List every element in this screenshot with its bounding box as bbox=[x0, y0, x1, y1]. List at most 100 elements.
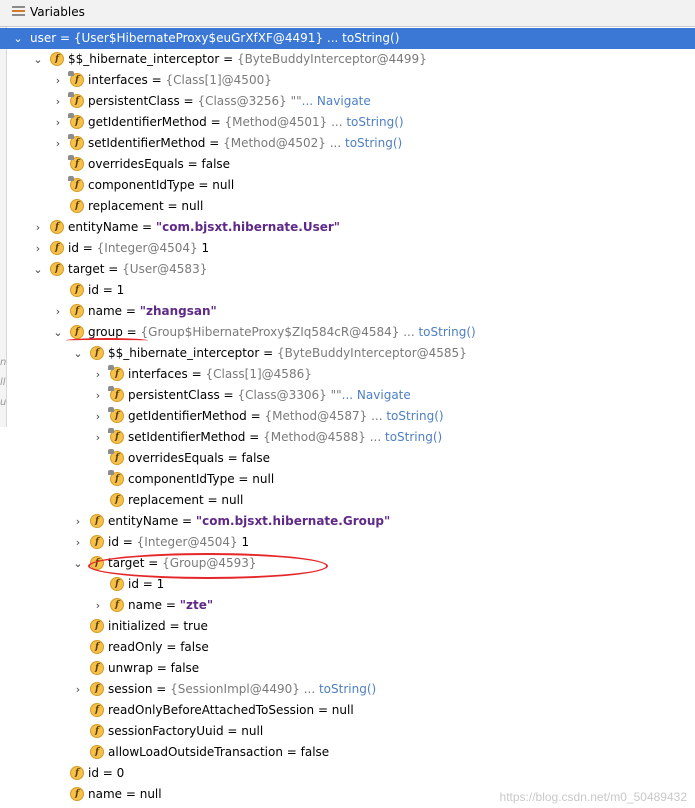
chevron-right-icon[interactable]: › bbox=[92, 427, 104, 448]
chevron-right-icon[interactable]: › bbox=[92, 406, 104, 427]
tree-row-overrides-equals[interactable]: f overridesEquals = false bbox=[0, 154, 695, 175]
red-underline-annotation bbox=[66, 338, 148, 343]
chevron-right-icon[interactable]: › bbox=[72, 679, 84, 700]
tree-row-group-set-identifier-method[interactable]: › f setIdentifierMethod = {Method@4588} ..… bbox=[0, 427, 695, 448]
value-link[interactable]: toString() bbox=[385, 430, 442, 444]
tree-row-label: interfaces = {Class[1]@4500} bbox=[88, 70, 272, 91]
chevron-right-icon[interactable]: › bbox=[72, 532, 84, 553]
chevron-right-icon[interactable]: › bbox=[32, 238, 44, 259]
chevron-right-icon[interactable]: › bbox=[92, 595, 104, 616]
field-text: id = 1 bbox=[88, 283, 125, 297]
tree-row-unwrap[interactable]: f unwrap = false bbox=[0, 658, 695, 679]
field-text: target = bbox=[68, 262, 123, 276]
tree-row-replacement[interactable]: f replacement = null bbox=[0, 196, 695, 217]
value-link[interactable]: toString() bbox=[342, 31, 399, 45]
tree-row-label: $$_hibernate_interceptor = {ByteBuddyInt… bbox=[108, 343, 467, 364]
tree-row-group-replacement[interactable]: f replacement = null bbox=[0, 490, 695, 511]
chevron-right-icon[interactable]: › bbox=[92, 364, 104, 385]
chevron-right-icon[interactable]: › bbox=[52, 133, 64, 154]
tree-row-group-entity-name[interactable]: › f entityName = "com.bjsxt.hibernate.Grou… bbox=[0, 511, 695, 532]
chevron-right-icon[interactable]: › bbox=[92, 385, 104, 406]
object-reference: {Method@4502} ... bbox=[223, 136, 345, 150]
chevron-right-icon[interactable]: › bbox=[52, 301, 64, 322]
tree-row-read-only-before-attached[interactable]: f readOnlyBeforeAttachedToSession = null bbox=[0, 700, 695, 721]
final-field-icon: f bbox=[68, 155, 84, 171]
tree-row-label: name = "zte" bbox=[128, 595, 213, 616]
field-icon: f bbox=[70, 787, 84, 801]
tree-row-get-identifier-method[interactable]: › f getIdentifierMethod = {Method@4501} ..… bbox=[0, 112, 695, 133]
chevron-right-icon[interactable]: › bbox=[52, 70, 64, 91]
value-link[interactable]: ... Navigate bbox=[302, 94, 371, 108]
tree-row-label: persistentClass = {Class@3256} ""... Nav… bbox=[88, 91, 371, 112]
field-text: readOnly = false bbox=[108, 640, 209, 654]
tree-row-group-interfaces[interactable]: › f interfaces = {Class[1]@4586} bbox=[0, 364, 695, 385]
field-icon: f bbox=[90, 535, 104, 549]
chevron-right-icon[interactable]: › bbox=[32, 217, 44, 238]
tree-row-group-overrides-equals[interactable]: f overridesEquals = false bbox=[0, 448, 695, 469]
final-field-icon: f bbox=[108, 428, 124, 444]
tree-row-label: getIdentifierMethod = {Method@4501} ... … bbox=[88, 112, 404, 133]
field-icon: f bbox=[50, 241, 64, 255]
tree-row-group-target-name[interactable]: › f name = "zte" bbox=[0, 595, 695, 616]
tree-row-hibernate-interceptor[interactable]: ⌄ f $$_hibernate_interceptor = {ByteBuddyI… bbox=[0, 49, 695, 70]
final-field-icon: f bbox=[108, 386, 124, 402]
panel-title: Variables bbox=[30, 5, 85, 19]
field-icon: f bbox=[70, 283, 84, 297]
tree-row-group-persistent-class[interactable]: › f persistentClass = {Class@3306} ""... N… bbox=[0, 385, 695, 406]
tree-row-label: componentIdType = null bbox=[128, 469, 274, 490]
tree-row-group-hibernate-interceptor[interactable]: ⌄ f $$_hibernate_interceptor = {ByteBuddyI… bbox=[0, 343, 695, 364]
tree-row-group-own-id[interactable]: f id = 0 bbox=[0, 763, 695, 784]
tree-row-group-get-identifier-method[interactable]: › f getIdentifierMethod = {Method@4587} ..… bbox=[0, 406, 695, 427]
value-link[interactable]: toString() bbox=[319, 682, 376, 696]
field-icon: f bbox=[50, 262, 64, 276]
tree-row-component-id-type[interactable]: f componentIdType = null bbox=[0, 175, 695, 196]
field-text: ... bbox=[323, 31, 343, 45]
tree-row-interfaces[interactable]: › f interfaces = {Class[1]@4500} bbox=[0, 70, 695, 91]
tree-row-label: sessionFactoryUuid = null bbox=[108, 721, 263, 742]
field-icon: f bbox=[90, 724, 104, 738]
tree-row-target[interactable]: ⌄ f target = {User@4583} bbox=[0, 259, 695, 280]
tree-row-read-only[interactable]: f readOnly = false bbox=[0, 637, 695, 658]
value-link[interactable]: toString() bbox=[418, 325, 475, 339]
chevron-right-icon[interactable]: › bbox=[72, 511, 84, 532]
object-reference: {Method@4587} ... bbox=[264, 409, 387, 423]
object-reference: {User$HibernateProxy$euGrXfXF@4491} bbox=[73, 31, 324, 45]
chevron-right-icon[interactable]: › bbox=[52, 91, 64, 112]
value-link[interactable]: toString() bbox=[345, 136, 402, 150]
field-text: replacement = null bbox=[128, 493, 244, 507]
field-text: session = bbox=[108, 682, 171, 696]
chevron-down-icon[interactable]: ⌄ bbox=[32, 49, 44, 70]
tree-row-initialized[interactable]: f initialized = true bbox=[0, 616, 695, 637]
value-link[interactable]: ... Navigate bbox=[342, 388, 411, 402]
tree-row-group-component-id-type[interactable]: f componentIdType = null bbox=[0, 469, 695, 490]
tree-row-user-name[interactable]: › f name = "zhangsan" bbox=[0, 301, 695, 322]
chevron-down-icon[interactable]: ⌄ bbox=[32, 259, 44, 280]
chevron-right-icon[interactable]: › bbox=[52, 112, 64, 133]
tree-row-group-id[interactable]: › f id = {Integer@4504} 1 bbox=[0, 532, 695, 553]
tree-row-persistent-class[interactable]: › f persistentClass = {Class@3256} ""... N… bbox=[0, 91, 695, 112]
tree-row-label: getIdentifierMethod = {Method@4587} ... … bbox=[128, 406, 444, 427]
field-icon: f bbox=[90, 346, 104, 360]
field-text: setIdentifierMethod = bbox=[128, 430, 264, 444]
field-icon: f bbox=[50, 52, 64, 66]
chevron-down-icon[interactable]: ⌄ bbox=[72, 553, 84, 574]
object-reference: {ByteBuddyInterceptor@4585} bbox=[276, 346, 467, 360]
object-reference: {Integer@4504} bbox=[136, 535, 238, 549]
tree-row-entity-name[interactable]: › f entityName = "com.bjsxt.hibernate.User… bbox=[0, 217, 695, 238]
value-link[interactable]: toString() bbox=[346, 115, 403, 129]
field-text: readOnlyBeforeAttachedToSession = null bbox=[108, 703, 354, 717]
tree-row-allow-load-outside-transaction[interactable]: f allowLoadOutsideTransaction = false bbox=[0, 742, 695, 763]
watermark: https://blog.csdn.net/m0_50489432 bbox=[499, 790, 687, 804]
value-link[interactable]: toString() bbox=[386, 409, 443, 423]
chevron-down-icon[interactable]: ⌄ bbox=[72, 343, 84, 364]
tree-row-set-identifier-method[interactable]: › f setIdentifierMethod = {Method@4502} ..… bbox=[0, 133, 695, 154]
tree-row-label: entityName = "com.bjsxt.hibernate.User" bbox=[68, 217, 340, 238]
tree-row-session-factory-uuid[interactable]: f sessionFactoryUuid = null bbox=[0, 721, 695, 742]
chevron-down-icon[interactable]: ⌄ bbox=[12, 28, 24, 49]
tree-row-id[interactable]: › f id = {Integer@4504} 1 bbox=[0, 238, 695, 259]
tree-row-session[interactable]: › f session = {SessionImpl@4490} ... toStr… bbox=[0, 679, 695, 700]
tree-row-user-id[interactable]: f id = 1 bbox=[0, 280, 695, 301]
chevron-down-icon[interactable]: ⌄ bbox=[52, 322, 64, 343]
tree-row-user[interactable]: ⌄ user = {User$HibernateProxy$euGrXfXF@44… bbox=[0, 28, 695, 49]
tree-row-group-target-id[interactable]: f id = 1 bbox=[0, 574, 695, 595]
